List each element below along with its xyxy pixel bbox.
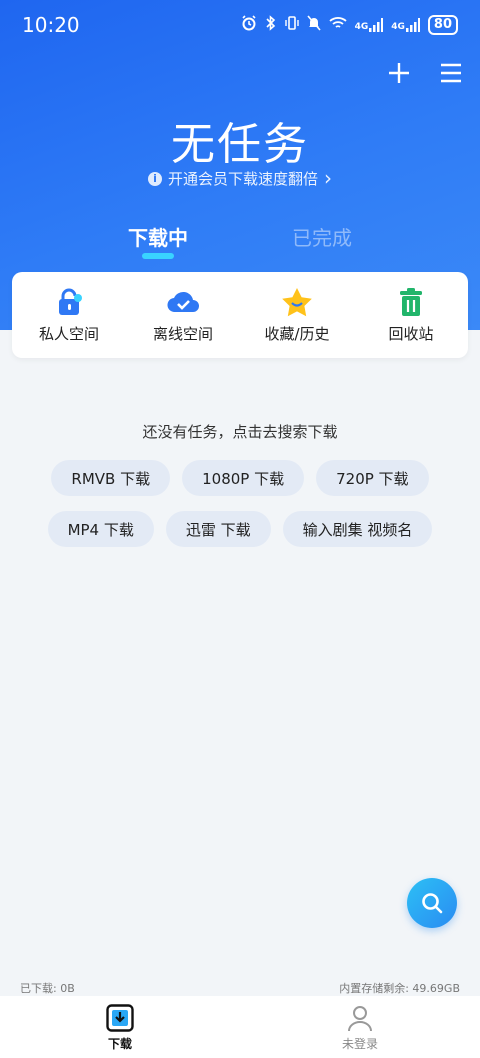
tab-downloading[interactable]: 下载中 — [128, 222, 188, 251]
search-fab[interactable] — [407, 878, 457, 928]
active-tab-indicator — [142, 253, 174, 259]
nav-item-login[interactable]: 未登录 — [240, 996, 480, 1058]
top-actions — [384, 58, 466, 88]
signal-icon: 4G — [391, 18, 420, 32]
status-bar: 10:20 4G 4G 80 — [0, 0, 480, 50]
page-title: 无任务 — [171, 119, 309, 170]
search-chip[interactable]: 1080P 下载 — [182, 460, 305, 496]
feature-label: 收藏/历史 — [264, 324, 330, 343]
feature-recycle-bin[interactable]: 回收站 — [361, 287, 461, 344]
bottom-nav: 下载 未登录 — [0, 996, 480, 1058]
storage-info: 已下载: 0B 内置存储剩余: 49.69GB — [20, 980, 460, 996]
search-chip[interactable]: RMVB 下载 — [51, 460, 171, 496]
feature-label: 离线空间 — [152, 324, 213, 343]
nav-label: 下载 — [107, 1037, 132, 1051]
search-chip[interactable]: 720P 下载 — [316, 460, 429, 496]
alarm-icon — [241, 15, 257, 35]
menu-icon[interactable] — [436, 58, 466, 88]
feature-offline-space[interactable]: 离线空间 — [133, 287, 233, 344]
plus-icon[interactable] — [384, 58, 414, 88]
trash-icon — [394, 287, 428, 317]
downloaded-size: 已下载: 0B — [20, 982, 75, 995]
vip-promo-label: 开通会员下载速度翻倍 — [167, 170, 318, 188]
feature-card: 私人空间 离线空间 收藏/历史 回收站 — [12, 272, 468, 358]
feature-favorites-history[interactable]: 收藏/历史 — [247, 287, 347, 344]
tab-completed[interactable]: 已完成 — [292, 222, 352, 251]
status-time: 10:20 — [22, 13, 80, 37]
search-chip-row: MP4 下载 迅雷 下载 输入剧集 视频名 — [0, 511, 480, 547]
storage-remaining: 内置存储剩余: 49.69GB — [339, 982, 460, 995]
chevron-right-icon: › — [324, 166, 332, 190]
lock-icon — [52, 287, 86, 317]
wifi-icon — [328, 16, 347, 34]
cloud-check-icon — [166, 287, 200, 317]
signal-label: 4G — [354, 22, 369, 32]
status-icons: 4G 4G 80 — [241, 15, 458, 35]
battery-icon: 80 — [427, 15, 458, 35]
vibrate-icon — [284, 15, 299, 35]
search-icon — [422, 893, 443, 914]
user-icon — [348, 1006, 372, 1032]
search-chip[interactable]: 迅雷 下载 — [165, 511, 271, 547]
download-icon — [106, 1004, 134, 1032]
feature-label: 私人空间 — [38, 324, 99, 343]
nav-label: 未登录 — [341, 1037, 378, 1051]
search-chip-row: RMVB 下载 1080P 下载 720P 下载 — [0, 460, 480, 496]
search-chip[interactable]: 输入剧集 视频名 — [282, 511, 433, 547]
tab-bar: 下载中 已完成 — [0, 222, 480, 262]
search-chip[interactable]: MP4 下载 — [47, 511, 154, 547]
bluetooth-icon — [265, 15, 277, 35]
feature-label: 回收站 — [388, 324, 434, 343]
mute-icon — [306, 15, 321, 35]
nav-item-download[interactable]: 下载 — [0, 996, 240, 1058]
info-icon: i — [147, 171, 162, 186]
vip-promo-link[interactable]: i 开通会员下载速度翻倍 › — [0, 168, 480, 189]
signal-label: 4G — [391, 22, 405, 32]
empty-state-message: 还没有任务，点击去搜索下载 — [142, 423, 338, 441]
signal-icon: 4G — [355, 18, 384, 32]
feature-private-space[interactable]: 私人空间 — [19, 287, 119, 344]
star-icon — [280, 287, 314, 317]
